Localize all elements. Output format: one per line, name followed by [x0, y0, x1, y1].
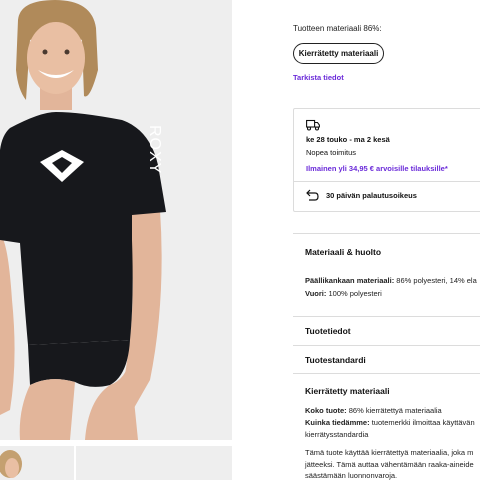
section-recycled-title[interactable]: Kierrätetty materiaali [305, 386, 390, 396]
recycled-description-1: Tämä tuote käyttää kierrätettyä materiaa… [305, 448, 474, 457]
lining-label: Vuori: [305, 289, 327, 298]
recycled-description-3: säästämään luonnonvaroja. [305, 471, 398, 480]
fabric-value: 86% polyesteri, 14% ela [394, 276, 477, 285]
product-thumbnail-2[interactable] [76, 446, 232, 480]
whole-product-value: 86% kierrätettyä materiaalia [346, 406, 442, 415]
delivery-speed: Nopea toimitus [306, 148, 357, 157]
recycled-material-pill[interactable]: Kierrätetty materiaali [293, 43, 384, 64]
product-main-image[interactable]: ROXY [0, 0, 232, 440]
truck-icon [306, 119, 320, 131]
return-policy-text: 30 päivän palautusoikeus [326, 191, 417, 200]
section-product-info-title[interactable]: Tuotetiedot [305, 326, 351, 336]
fabric-label: Päällikankaan materiaali: [305, 276, 395, 285]
check-details-link[interactable]: Tarkista tiedot [293, 73, 344, 82]
lining-value: 100% polyesteri [326, 289, 382, 298]
recycled-description-2: jätteeksi. Tämä auttaa vähentämään raaka… [305, 460, 474, 469]
whole-product-label: Koko tuote: [305, 406, 347, 415]
product-gallery: ROXY [0, 0, 232, 480]
divider [293, 316, 480, 317]
delivery-box: ke 28 touko - ma 2 kesä Nopea toimitus I… [293, 108, 480, 212]
how-we-know-value: tuotemerkki ilmoittaa käyttävän [369, 418, 475, 427]
lining-material-line: Vuori: 100% polyesteri [305, 289, 382, 298]
delivery-date: ke 28 touko - ma 2 kesä [306, 135, 390, 144]
product-info-panel: Tuotteen materiaali 86%: Kierrätetty mat… [293, 0, 480, 480]
free-shipping-link[interactable]: Ilmainen yli 34,95 € arvoisille tilauksi… [306, 164, 448, 173]
svg-text:ROXY: ROXY [146, 125, 163, 174]
how-we-know-line: Kuinka tiedämme: tuotemerkki ilmoittaa k… [305, 418, 475, 427]
model-photo: ROXY [0, 0, 166, 440]
divider [294, 181, 480, 182]
thumbnail-image [0, 450, 22, 478]
divider [293, 345, 480, 346]
divider [293, 373, 480, 374]
section-material-care-title[interactable]: Materiaali & huolto [305, 247, 381, 257]
fabric-material-line: Päällikankaan materiaali: 86% polyesteri… [305, 276, 477, 285]
material-percentage-text: Tuotteen materiaali 86%: [293, 24, 382, 33]
product-thumbnail-1[interactable] [0, 446, 74, 480]
how-we-know-label: Kuinka tiedämme: [305, 418, 370, 427]
how-we-know-line-2: kierrätysstandardia [305, 430, 369, 439]
divider [293, 233, 480, 234]
return-arrow-icon [306, 189, 319, 201]
whole-product-line: Koko tuote: 86% kierrätettyä materiaalia [305, 406, 442, 415]
section-product-standard-title[interactable]: Tuotestandardi [305, 355, 366, 365]
